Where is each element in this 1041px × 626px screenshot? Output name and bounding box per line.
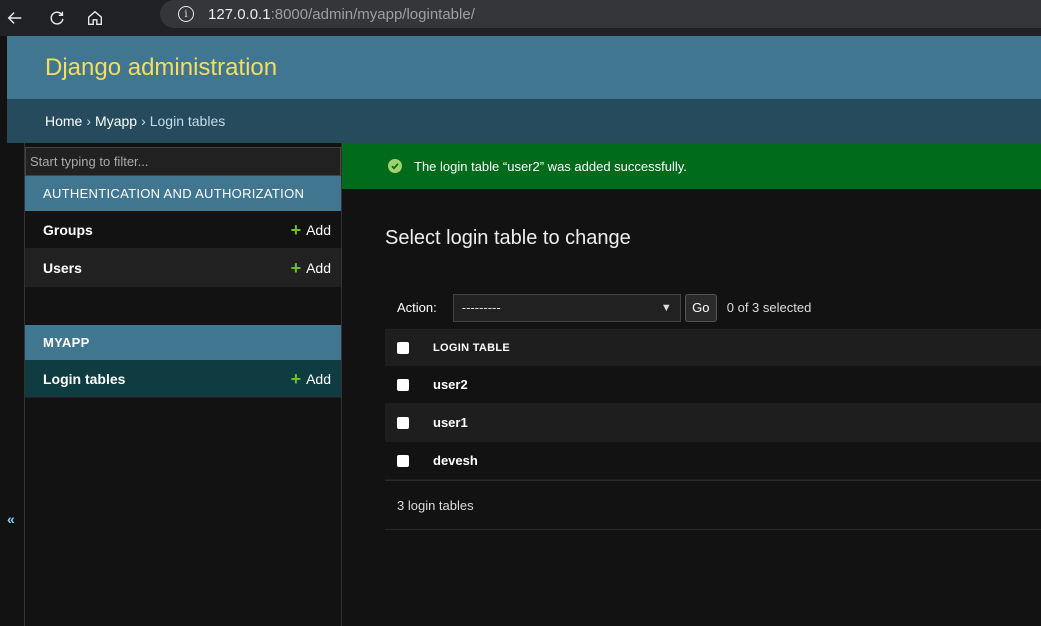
plus-icon: + <box>290 257 302 278</box>
action-select-value: --------- <box>461 300 501 315</box>
toggle-sidebar-button[interactable]: « <box>7 511 15 527</box>
add-login-table-button[interactable]: + Add <box>291 370 331 388</box>
action-select[interactable]: --------- ▼ <box>452 293 681 322</box>
selection-counter: 0 of 3 selected <box>726 300 812 315</box>
browser-toolbar: i 127.0.0.1:8000/admin/myapp/logintable/ <box>0 0 1041 36</box>
row-link[interactable]: user1 <box>433 415 468 430</box>
url-path: :8000/admin/myapp/logintable/ <box>270 5 475 23</box>
model-link-users[interactable]: Users <box>43 260 82 276</box>
actions-bar: Action: --------- ▼ Go 0 of 3 selected <box>385 286 1041 330</box>
reload-icon[interactable] <box>42 0 72 36</box>
table-row: devesh <box>385 442 1041 480</box>
sidebar-item-groups[interactable]: Groups + Add <box>25 211 341 249</box>
site-branding[interactable]: Django administration <box>45 54 277 82</box>
breadcrumb-current: Login tables <box>149 113 226 129</box>
add-label: Add <box>306 370 331 387</box>
address-bar[interactable]: i 127.0.0.1:8000/admin/myapp/logintable/ <box>160 0 1041 28</box>
action-label: Action: <box>397 300 437 315</box>
row-checkbox[interactable] <box>397 416 409 429</box>
sidebar-item-login-tables[interactable]: Login tables + Add <box>25 360 341 398</box>
check-circle-icon <box>388 159 402 173</box>
page-title: Select login table to change <box>385 227 631 249</box>
success-message-text: The login table “user2” was added succes… <box>414 158 687 174</box>
content-area: The login table “user2” was added succes… <box>342 143 1041 626</box>
nav-filter-input[interactable] <box>25 147 341 176</box>
row-link[interactable]: user2 <box>433 377 468 392</box>
breadcrumb-separator: › <box>86 113 92 129</box>
url-host: 127.0.0.1 <box>208 5 271 23</box>
site-info-icon[interactable]: i <box>178 6 194 22</box>
nav-sidebar: AUTHENTICATION AND AUTHORIZATION Groups … <box>24 143 342 626</box>
admin-page: Django administration Home › Myapp › Log… <box>7 36 1041 626</box>
breadcrumb-home[interactable]: Home <box>45 113 82 129</box>
plus-icon: + <box>290 219 302 240</box>
column-header-login-table[interactable]: LOGIN TABLE <box>433 342 510 354</box>
site-header: Django administration <box>7 36 1041 99</box>
model-link-groups[interactable]: Groups <box>43 222 93 238</box>
breadcrumb: Home › Myapp › Login tables <box>7 99 1041 143</box>
add-label: Add <box>306 259 331 276</box>
breadcrumb-separator: › <box>141 113 146 129</box>
add-label: Add <box>306 221 331 238</box>
home-icon[interactable] <box>80 0 110 36</box>
row-checkbox[interactable] <box>397 454 409 467</box>
back-icon[interactable] <box>0 0 30 36</box>
table-row: user2 <box>385 366 1041 404</box>
app-caption-auth[interactable]: AUTHENTICATION AND AUTHORIZATION <box>25 176 341 211</box>
plus-icon: + <box>290 368 302 389</box>
add-users-button[interactable]: + Add <box>291 259 331 277</box>
table-row: user1 <box>385 404 1041 442</box>
result-list: LOGIN TABLE user2 user1 devesh 3 login t… <box>385 330 1041 530</box>
select-all-checkbox[interactable] <box>397 342 409 354</box>
success-message: The login table “user2” was added succes… <box>342 143 1041 189</box>
go-button[interactable]: Go <box>684 293 717 322</box>
model-link-login-tables[interactable]: Login tables <box>43 371 125 387</box>
row-checkbox[interactable] <box>397 378 409 391</box>
table-header: LOGIN TABLE <box>385 330 1041 366</box>
add-groups-button[interactable]: + Add <box>291 221 331 239</box>
app-caption-myapp[interactable]: MYAPP <box>25 325 341 360</box>
breadcrumb-app[interactable]: Myapp <box>95 113 137 129</box>
paginator: 3 login tables <box>385 480 1041 530</box>
sidebar-item-users[interactable]: Users + Add <box>25 249 341 287</box>
chevron-down-icon: ▼ <box>660 301 672 314</box>
row-link[interactable]: devesh <box>433 453 478 468</box>
